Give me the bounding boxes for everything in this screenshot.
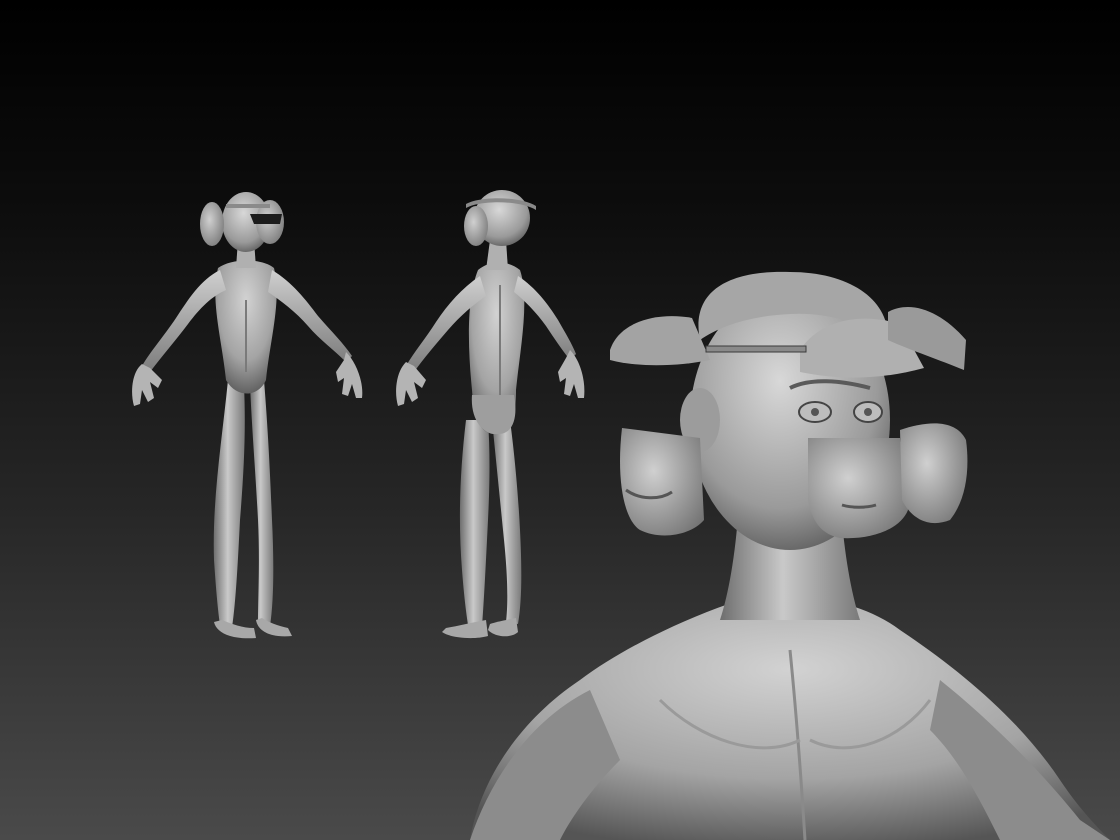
front-left-hand <box>132 364 162 406</box>
front-right-foot <box>256 618 292 637</box>
back-right-foot <box>488 618 518 637</box>
closeup-headband <box>705 345 807 353</box>
front-left-leg <box>213 380 245 628</box>
closeup-iris-right <box>864 408 872 416</box>
back-right-hand <box>558 350 585 398</box>
closeup-face-mask <box>808 438 908 539</box>
front-right-hand <box>336 352 363 398</box>
closeup-iris-left <box>811 408 819 416</box>
back-left-foot <box>442 620 488 639</box>
back-mask-side <box>464 206 488 246</box>
sculpt-render-viewport <box>0 0 1120 840</box>
front-right-arm <box>268 270 352 362</box>
closeup-bust-figure <box>470 271 1110 840</box>
front-view-figure <box>132 192 363 639</box>
front-right-leg <box>250 380 274 626</box>
front-left-arm <box>142 270 226 372</box>
render-canvas <box>132 190 1110 840</box>
back-right-leg <box>492 420 522 624</box>
back-view-figure <box>396 190 585 639</box>
front-headband <box>226 204 270 208</box>
front-left-foot <box>214 620 256 639</box>
closeup-mask-left-smile <box>620 428 704 536</box>
closeup-mask-top-left <box>610 316 710 366</box>
back-left-hand <box>396 362 426 406</box>
front-mask-left <box>200 202 224 246</box>
front-sunglasses <box>250 214 282 224</box>
back-left-leg <box>459 420 490 626</box>
closeup-mask-right <box>900 423 968 524</box>
